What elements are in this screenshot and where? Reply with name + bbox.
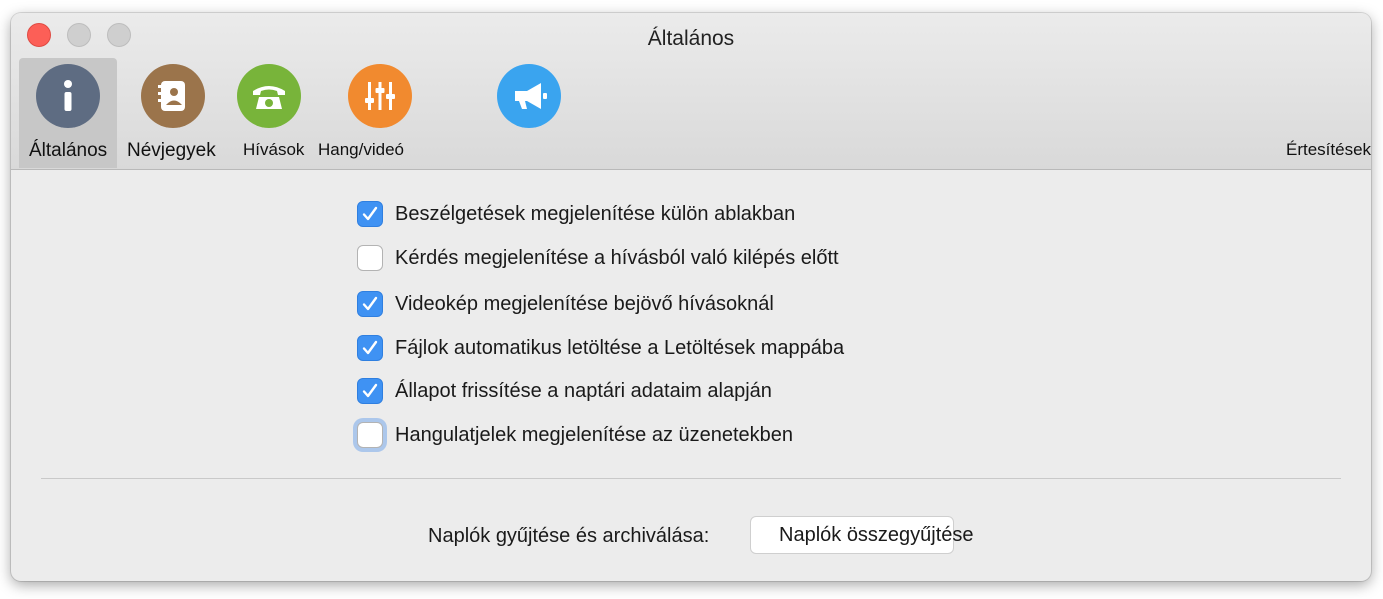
tab-notifications[interactable]: Értesítések xyxy=(491,58,1371,168)
option-show-emoticons[interactable]: Hangulatjelek megjelenítése az üzenetekb… xyxy=(357,420,793,450)
option-label: Fájlok automatikus letöltése a Letöltése… xyxy=(395,336,845,359)
window-title: Általános xyxy=(647,27,735,50)
tab-contacts[interactable]: Névjegyek xyxy=(123,58,223,168)
collect-logs-button[interactable]: Naplók összegyűjtése xyxy=(750,516,974,554)
tab-calls[interactable]: Hívások xyxy=(233,58,307,168)
tab-general[interactable]: Általános xyxy=(19,58,117,168)
option-video-incoming-calls[interactable]: Videokép megjelenítése bejövő hívásoknál xyxy=(357,289,774,319)
checkmark-icon xyxy=(362,340,378,355)
info-icon xyxy=(36,64,100,128)
checkmark-icon xyxy=(362,383,378,398)
checkbox-checked[interactable] xyxy=(357,201,383,227)
tab-label: Általános xyxy=(29,140,108,161)
checkbox-unchecked[interactable] xyxy=(357,422,383,448)
option-label: Állapot frissítése a naptári adataim ala… xyxy=(395,379,772,402)
tab-label: Értesítések xyxy=(1286,140,1371,159)
checkbox-checked[interactable] xyxy=(357,335,383,361)
divider xyxy=(41,478,1341,479)
option-update-status-calendar[interactable]: Állapot frissítése a naptári adataim ala… xyxy=(357,376,772,406)
option-separate-windows[interactable]: Beszélgetések megjelenítése külön ablakb… xyxy=(357,199,795,229)
option-label: Kérdés megjelenítése a hívásból való kil… xyxy=(395,246,839,269)
preferences-window: Általános Általános Névjegyek Hívások Ha… xyxy=(11,13,1371,581)
checkmark-icon xyxy=(362,206,378,221)
option-label: Hangulatjelek megjelenítése az üzenetekb… xyxy=(395,423,794,446)
general-settings-panel: Beszélgetések megjelenítése külön ablakb… xyxy=(11,170,1371,581)
tab-label: Hang/videó xyxy=(318,140,405,159)
megaphone-icon xyxy=(497,64,561,128)
checkmark-icon xyxy=(362,296,378,311)
logs-label: Naplók gyűjtése és archiválása: xyxy=(428,525,710,547)
option-label: Videokép megjelenítése bejövő hívásoknál xyxy=(395,292,774,315)
tab-label: Hívások xyxy=(243,140,305,159)
option-auto-download-files[interactable]: Fájlok automatikus letöltése a Letöltése… xyxy=(357,333,844,363)
logs-row: Naplók gyűjtése és archiválása: Naplók ö… xyxy=(11,516,1371,556)
option-label: Beszélgetések megjelenítése külön ablakb… xyxy=(395,202,796,225)
checkbox-checked[interactable] xyxy=(357,378,383,404)
tab-audio-video[interactable]: Hang/videó xyxy=(316,58,414,168)
tab-label: Névjegyek xyxy=(127,140,216,161)
checkbox-checked[interactable] xyxy=(357,291,383,317)
toolbar: Általános Általános Névjegyek Hívások Ha… xyxy=(11,13,1371,170)
sliders-icon xyxy=(348,64,412,128)
phone-icon xyxy=(237,64,301,128)
checkbox-unchecked[interactable] xyxy=(357,245,383,271)
contacts-icon xyxy=(141,64,205,128)
option-ask-before-leaving-call[interactable]: Kérdés megjelenítése a hívásból való kil… xyxy=(357,243,839,273)
